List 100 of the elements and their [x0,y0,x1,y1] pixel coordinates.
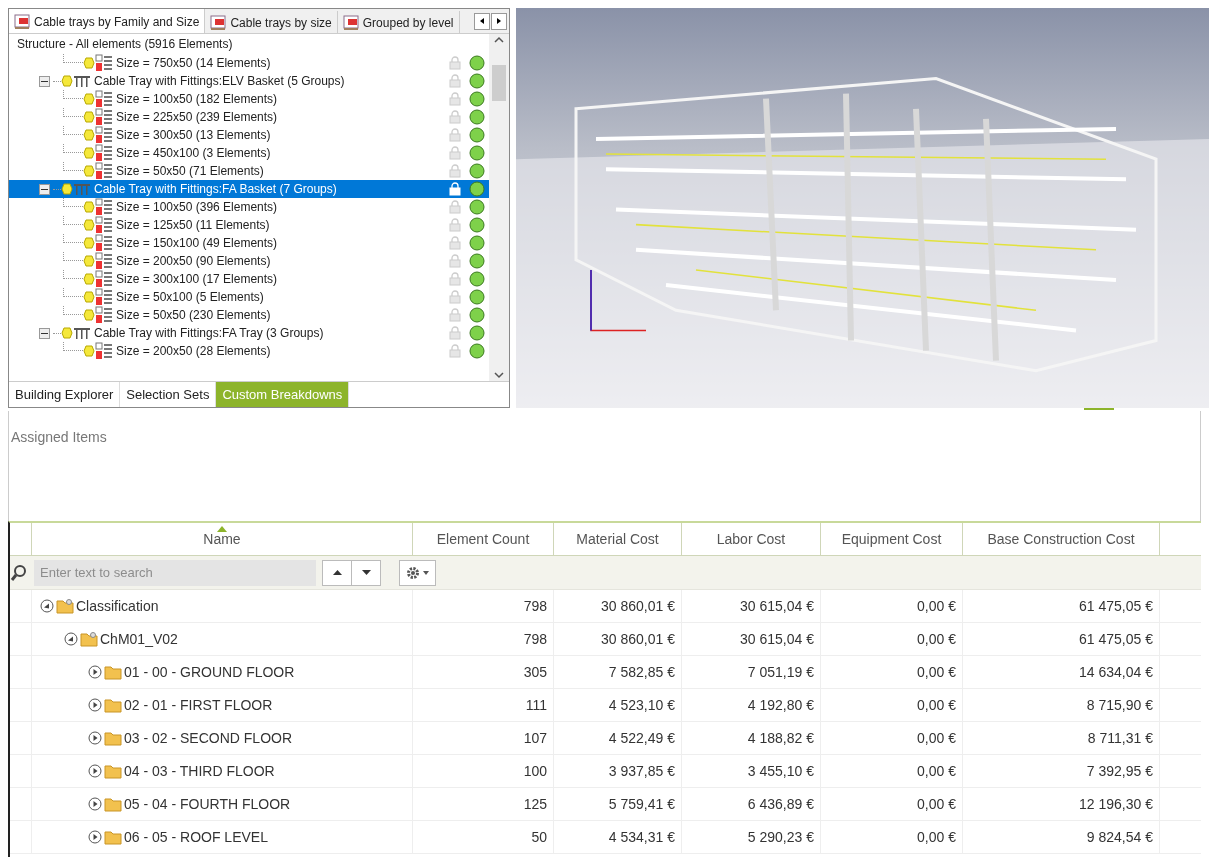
table-cell: 30 860,01 € [554,623,682,655]
expand-toggle[interactable] [88,830,102,844]
tree-item[interactable]: Cable Tray with Fittings:ELV Basket (5 Groups) [91,72,345,90]
settings-button[interactable] [399,559,436,586]
scroll-up-icon[interactable] [494,36,504,44]
table-cell: 12 196,30 € [963,788,1160,820]
folder-icon [104,697,122,713]
row-name[interactable]: 05 - 04 - FOURTH FLOOR [124,793,291,815]
lock-icon [449,344,461,358]
hexagon-icon [83,201,95,213]
tree-item[interactable]: Size = 300x100 (17 Elements) [113,270,278,288]
expand-toggle[interactable] [88,731,102,745]
collapsed-circle-icon [88,764,102,778]
table-cell: 125 [413,788,554,820]
expand-toggle[interactable] [88,764,102,778]
right-arrow-icon [495,16,503,26]
left-arrow-icon [478,16,486,26]
scroll-down-icon[interactable] [494,371,504,379]
table-cell: 111 [413,689,554,721]
tree-item[interactable]: Size = 125x50 (11 Elements) [113,216,270,234]
hexagon-icon [83,147,95,159]
tree-item[interactable]: Size = 450x100 (3 Elements) [113,144,271,162]
table-cell: 107 [413,722,554,754]
element-icon [95,108,113,126]
column-header[interactable]: Material Cost [554,523,682,555]
scroll-right-button[interactable] [491,12,507,30]
tree-item[interactable]: Size = 200x50 (90 Elements) [113,252,271,270]
table-cell: 798 [413,623,554,655]
lock-icon [449,164,461,178]
table-cell: 4 188,82 € [682,722,821,754]
collapse-toggle[interactable] [64,632,78,646]
table-cell: 0,00 € [821,623,963,655]
row-name[interactable]: 02 - 01 - FIRST FLOOR [124,694,273,716]
status-dot-icon [469,271,485,287]
status-dot-icon [469,343,485,359]
column-header[interactable]: Base Construction Cost [963,523,1160,555]
hexagon-icon [61,75,73,87]
tree-item[interactable]: Size = 50x100 (5 Elements) [113,288,264,306]
collapse-toggle[interactable] [39,327,50,339]
table-cell: 30 860,01 € [554,590,682,622]
collapse-toggle[interactable] [39,183,50,195]
row-name[interactable]: 01 - 00 - GROUND FLOOR [124,661,295,683]
column-header[interactable]: Element Count [413,523,554,555]
tree-item[interactable]: Size = 300x50 (13 Elements) [113,126,271,144]
row-name[interactable]: 06 - 05 - ROOF LEVEL [124,826,268,848]
expand-toggle[interactable] [88,698,102,712]
element-icon [95,252,113,270]
tree-item[interactable]: Cable Tray with Fittings:FA Tray (3 Groups) [91,324,324,342]
row-name[interactable]: 04 - 03 - THIRD FLOOR [124,760,275,782]
scroll-thumb[interactable] [492,64,506,101]
collapse-toggle[interactable] [39,75,50,87]
hexagon-icon [83,237,95,249]
tree-item[interactable]: Size = 750x50 (14 Elements) [113,54,271,72]
tab[interactable]: Cable trays by Family and Size [9,9,206,33]
tree-item[interactable]: Size = 100x50 (396 Elements) [113,198,278,216]
tree-item[interactable]: Size = 150x100 (49 Elements) [113,234,278,252]
expand-toggle[interactable] [88,665,102,679]
table-cell: 6 436,89 € [682,788,821,820]
expand-toggle[interactable] [88,797,102,811]
tree-item[interactable]: Size = 50x50 (71 Elements) [113,162,264,180]
table-cell: 7 582,85 € [554,656,682,688]
table-cell: 0,00 € [821,788,963,820]
tree-item[interactable]: Size = 100x50 (182 Elements) [113,90,278,108]
status-dot-icon [469,199,485,215]
tree-item[interactable]: Size = 225x50 (239 Elements) [113,108,278,126]
lock-icon [449,146,461,160]
element-icon [95,144,113,162]
tree-item[interactable]: Size = 50x50 (230 Elements) [113,306,271,324]
row-name[interactable]: ChM01_V02 [100,628,178,650]
table-cell: 100 [413,755,554,787]
lock-icon [449,272,461,286]
lock-icon [449,308,461,322]
row-name[interactable]: 03 - 02 - SECOND FLOOR [124,727,293,749]
column-header[interactable]: Name [32,523,413,555]
status-dot-icon [469,91,485,107]
scroll-left-button[interactable] [474,12,490,30]
table-cell: 3 455,10 € [682,755,821,787]
element-icon [95,90,113,108]
collapsed-circle-icon [88,830,102,844]
status-dot-icon [469,73,485,89]
hexagon-icon [83,129,95,141]
table-cell: 3 937,85 € [554,755,682,787]
collapse-toggle[interactable] [40,599,54,613]
tree-item[interactable]: Size = 200x50 (28 Elements) [113,342,271,360]
table-cell: 4 192,80 € [682,689,821,721]
search-field[interactable]: Enter text to search [34,559,316,586]
row-name[interactable]: Classification [76,595,159,617]
hexagon-icon [83,93,95,105]
collapsed-circle-icon [88,731,102,745]
scrollbar[interactable] [489,34,509,381]
table-cell: 0,00 € [821,755,963,787]
table-cell: 4 534,31 € [554,821,682,853]
column-header[interactable]: Labor Cost [682,523,821,555]
hexagon-icon [83,309,95,321]
column-header[interactable]: Equipment Cost [821,523,963,555]
status-dot-icon [469,217,485,233]
splitter-handle[interactable] [1084,408,1114,410]
lock-icon [449,326,461,340]
table-cell: 5 290,23 € [682,821,821,853]
table-cell: 0,00 € [821,722,963,754]
